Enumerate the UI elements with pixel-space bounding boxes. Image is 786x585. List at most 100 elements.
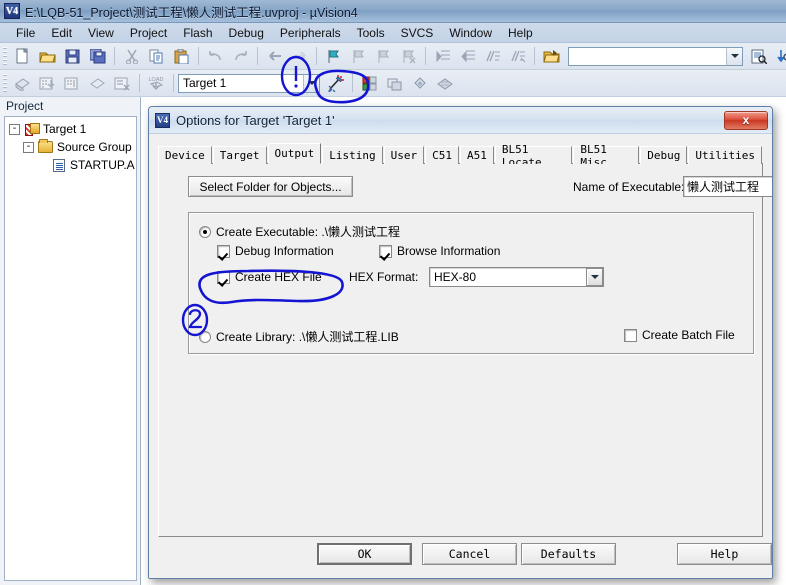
browse-information-checkbox[interactable] [379,244,392,258]
tab-c51[interactable]: C51 [425,146,459,164]
navigate-forward-icon[interactable] [288,45,311,67]
close-icon[interactable]: x [724,110,768,130]
manage-components-icon[interactable] [358,72,381,94]
create-batch-file-row[interactable]: Create Batch File [624,328,735,342]
tab-utilities[interactable]: Utilities [688,146,762,164]
batch-build-icon[interactable] [86,72,109,94]
tab-user[interactable]: User [383,146,425,164]
bookmark-clear-icon[interactable] [397,45,420,67]
tab-device[interactable]: Device [158,146,212,164]
translate-icon[interactable] [11,72,34,94]
help-button[interactable]: Help [677,543,772,565]
tree-item-target[interactable]: - Target 1 [5,120,136,138]
open-file-icon[interactable] [36,45,59,67]
menu-item-tools[interactable]: Tools [349,24,393,42]
rebuild-all-icon[interactable] [61,72,84,94]
expander-icon[interactable]: - [23,141,34,153]
bookmark-next-icon[interactable] [372,45,395,67]
uncomment-icon[interactable] [506,45,529,67]
toolbar-grip[interactable] [3,73,7,93]
create-batch-file-label: Create Batch File [642,328,735,342]
create-hex-file-row[interactable]: Create HEX File [217,270,322,284]
tree-item-startup-file[interactable]: STARTUP.A [5,156,136,174]
options-for-target-icon[interactable] [324,72,347,94]
redo-icon[interactable] [229,45,252,67]
cut-icon[interactable] [120,45,143,67]
packs-icon[interactable] [433,72,456,94]
tab-a51[interactable]: A51 [459,146,494,164]
save-all-icon[interactable] [86,45,109,67]
browse-information-row[interactable]: Browse Information [379,244,500,258]
hex-format-combo[interactable]: HEX-80 [429,267,604,287]
create-executable-radio[interactable] [199,225,211,238]
uvision-app-icon: V4 [4,3,20,19]
toolbar-standard: d [0,43,786,70]
find-next-icon[interactable] [772,45,786,67]
menu-item-peripherals[interactable]: Peripherals [272,24,349,42]
copy-icon[interactable] [145,45,168,67]
configure-icon[interactable] [408,72,431,94]
menu-item-file[interactable]: File [8,24,43,42]
defaults-button[interactable]: Defaults [521,543,616,565]
menu-item-view[interactable]: View [80,24,122,42]
undo-icon[interactable] [204,45,227,67]
menu-item-svcs[interactable]: SVCS [393,24,442,42]
menu-item-help[interactable]: Help [500,24,541,42]
name-of-executable-input[interactable]: 懒人测试工程 [683,176,772,197]
menu-item-debug[interactable]: Debug [221,24,272,42]
target-select-combo[interactable]: Target 1 [178,73,320,93]
outdent-icon[interactable] [456,45,479,67]
find-combo[interactable] [568,46,743,66]
tree-item-source-group[interactable]: - Source Group [5,138,136,156]
dialog-titlebar: V4 Options for Target 'Target 1' x [149,107,772,134]
menu-item-edit[interactable]: Edit [43,24,80,42]
cancel-button[interactable]: Cancel [422,543,517,565]
debug-information-checkbox[interactable] [217,244,230,258]
bookmark-prev-icon[interactable] [347,45,370,67]
create-hex-file-checkbox[interactable] [217,270,230,284]
find-in-files-icon[interactable] [747,45,770,67]
new-file-icon[interactable] [11,45,34,67]
tab-target[interactable]: Target [212,146,267,164]
comment-icon[interactable] [481,45,504,67]
ok-button[interactable]: OK [317,543,412,565]
hex-format-value: HEX-80 [434,270,477,284]
tab-output[interactable]: Output [267,143,322,164]
create-library-radio[interactable] [199,330,211,343]
tab-bl51-misc[interactable]: BL51 Misc [573,143,640,169]
expander-icon[interactable]: - [9,123,20,135]
save-icon[interactable] [61,45,84,67]
chevron-down-icon[interactable] [586,268,603,286]
create-batch-file-checkbox[interactable] [624,328,637,342]
navigate-back-icon[interactable] [263,45,286,67]
open-folder-icon[interactable] [540,45,563,67]
uvision-dialog-icon: V4 [155,112,170,128]
toolbar-separator [198,47,199,65]
name-of-executable-label: Name of Executable: [573,180,685,194]
target-icon [23,122,40,136]
select-folder-for-objects-button[interactable]: Select Folder for Objects... [188,176,353,197]
chevron-down-icon[interactable] [303,74,319,92]
download-icon[interactable]: LOAD [145,72,168,94]
debug-information-row[interactable]: Debug Information [217,244,334,258]
folder-icon [37,139,54,154]
indent-icon[interactable] [431,45,454,67]
create-library-radio-row[interactable]: Create Library: .\懒人测试工程.LIB [199,328,399,345]
tab-debug[interactable]: Debug [640,146,688,164]
bookmark-toggle-icon[interactable] [322,45,345,67]
multi-project-icon[interactable] [383,72,406,94]
create-executable-radio-row[interactable]: Create Executable: .\懒人测试工程 [199,223,400,240]
chevron-down-icon[interactable] [726,47,742,65]
tab-listing[interactable]: Listing [322,146,383,164]
toolbar-grip[interactable] [3,46,7,66]
tab-bl51-locate[interactable]: BL51 Locate [494,143,573,169]
toolbar-separator [114,47,115,65]
create-executable-label: Create Executable: .\懒人测试工程 [216,225,401,239]
stop-build-icon[interactable] [111,72,134,94]
paste-icon[interactable] [170,45,193,67]
menu-item-project[interactable]: Project [122,24,175,42]
menu-item-flash[interactable]: Flash [175,24,220,42]
build-target-icon[interactable] [36,72,59,94]
project-tree[interactable]: - Target 1 - Source Group STARTUP.A [4,116,137,581]
menu-item-window[interactable]: Window [441,24,500,42]
